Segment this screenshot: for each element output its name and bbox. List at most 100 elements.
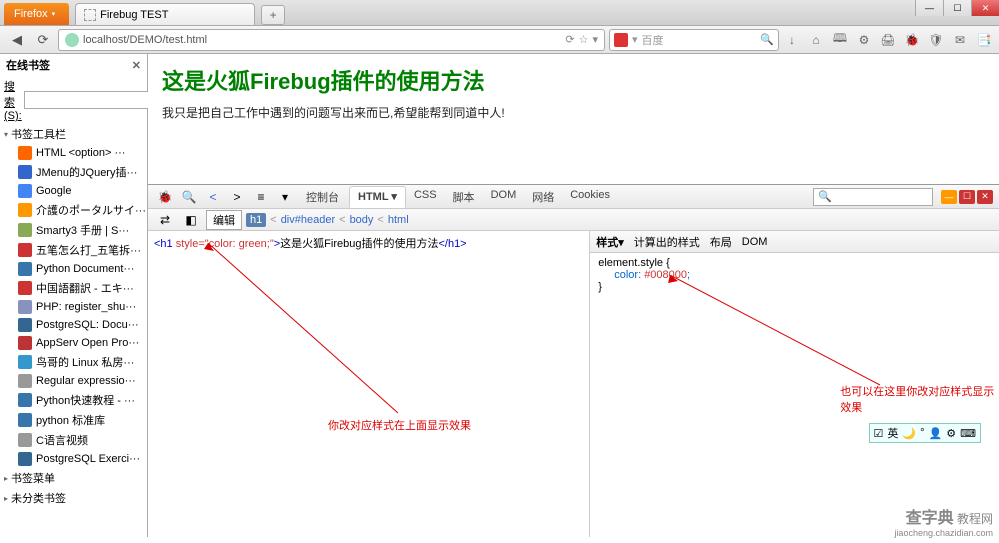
css-property-line[interactable]: color: #008000; (614, 269, 991, 281)
side-tab-layout[interactable]: 布局 (710, 234, 732, 250)
bookmark-item[interactable]: Python Document··· (0, 260, 147, 278)
folder-unsorted[interactable]: ▸ 未分类书签 (0, 488, 147, 508)
sidebar-title: 在线书签 (6, 57, 50, 73)
bookmark-item[interactable]: Google (0, 182, 147, 200)
bookmark-item[interactable]: PHP: register_shu··· (0, 298, 147, 316)
reload-button[interactable]: ⟳ (32, 29, 54, 51)
html-panel[interactable]: <h1 style="color: green;">这是火狐Firebug插件的… (148, 231, 589, 537)
ime-icon-1[interactable]: 英 (887, 425, 898, 441)
folder-menu[interactable]: ▸ 书签菜单 (0, 468, 147, 488)
ime-icon-2[interactable]: 🌙 (902, 427, 916, 440)
toggle-2-button[interactable]: ◧ (180, 210, 202, 230)
firebug-minimize-button[interactable]: — (941, 190, 957, 204)
baidu-icon (614, 33, 628, 47)
new-tab-button[interactable]: + (261, 5, 285, 25)
bookmark-item[interactable]: HTML <option> ··· (0, 144, 147, 162)
firebug-icon[interactable]: 🐞 (154, 187, 176, 207)
toolbar-icon-2[interactable]: 🕮 (831, 31, 849, 49)
toolbar-icon-3[interactable]: ⚙ (855, 31, 873, 49)
bookmark-item[interactable]: C语言视频 (0, 430, 147, 450)
firebug-search[interactable]: 🔍 (813, 188, 933, 206)
tab-console[interactable]: 控制台 (298, 186, 347, 208)
sidebar-close-button[interactable]: ✕ (132, 59, 141, 72)
favicon (18, 413, 32, 427)
side-tab-style[interactable]: 样式▾ (596, 234, 624, 250)
favicon (18, 262, 32, 276)
bookmark-item[interactable]: PostgreSQL: Docu··· (0, 316, 147, 334)
ime-icon-6[interactable]: ⌨ (960, 427, 976, 440)
edit-button[interactable]: 编辑 (206, 210, 242, 230)
search-drop-icon[interactable]: ▾ (632, 33, 638, 46)
firebug-tab-html[interactable]: HTML ▾ (349, 186, 406, 208)
breadcrumb-body[interactable]: body (350, 214, 374, 226)
bookmark-label: python 标准库 (36, 412, 105, 428)
breadcrumb-sep: < (339, 214, 345, 226)
bookmark-item[interactable]: Regular expressio··· (0, 372, 147, 390)
toolbar-icon-1[interactable]: ⌂ (807, 31, 825, 49)
toolbar-icon-4[interactable]: 🖨 (879, 31, 897, 49)
bookmark-item[interactable]: 中国語翻訳 - エキ··· (0, 278, 147, 298)
bookmark-item[interactable]: JMenu的JQuery插··· (0, 162, 147, 182)
css-rules[interactable]: element.style { color: #008000; } 也可以在这里… (590, 253, 999, 537)
toolbar-icon-7[interactable]: ✉ (951, 31, 969, 49)
toggle-1-button[interactable]: ⇄ (154, 210, 176, 230)
firebug-tab-dom[interactable]: DOM (483, 186, 525, 208)
bookmark-item[interactable]: Smarty3 手册 | S··· (0, 220, 147, 240)
bookmark-item[interactable]: AppServ Open Pro··· (0, 334, 147, 352)
back-icon: ◀ (12, 32, 22, 48)
breadcrumb-html[interactable]: html (388, 214, 409, 226)
firefox-menu-button[interactable]: Firefox ▾ (4, 3, 69, 25)
favicon (18, 184, 32, 198)
firebug-tab-css[interactable]: CSS (406, 186, 445, 208)
console-drop-button[interactable]: ▾ (274, 187, 296, 207)
ime-icon-5[interactable]: ⚙ (946, 427, 956, 440)
urlbar-drop-icon[interactable]: ▾ (592, 33, 598, 46)
bookmark-item[interactable]: Python快速教程 - ··· (0, 390, 147, 410)
ime-toolbar[interactable]: ☑英 🌙 ° 👤⚙ ⌨ (869, 423, 981, 443)
urlbar-reload-icon[interactable]: ⟳ (565, 33, 574, 46)
breadcrumb-sep: < (270, 214, 276, 226)
search-box[interactable]: ▾ 百度 🔍 (609, 29, 779, 51)
twist-open-icon: ▾ (4, 130, 8, 139)
nav-next-button[interactable]: > (226, 187, 248, 207)
firebug-detach-button[interactable]: ☐ (959, 190, 975, 204)
bookmark-item[interactable]: 五笔怎么打_五笔拆··· (0, 240, 147, 260)
search-go-icon[interactable]: 🔍 (760, 33, 774, 46)
firebug-tab-网络[interactable]: 网络 (524, 186, 562, 208)
inspect-button[interactable]: 🔍 (178, 187, 200, 207)
url-bar[interactable]: localhost/DEMO/test.html ⟳ ☆ ▾ (58, 29, 605, 51)
window-minimize-button[interactable]: — (915, 0, 943, 16)
html-code-line[interactable]: <h1 style="color: green;">这是火狐Firebug插件的… (154, 235, 583, 251)
bookmark-label: 五笔怎么打_五笔拆··· (36, 242, 141, 258)
nav-prev-button[interactable]: < (202, 187, 224, 207)
toolbar-icon-8[interactable]: 📑 (975, 31, 993, 49)
back-button[interactable]: ◀ (6, 29, 28, 51)
window-maximize-button[interactable]: ☐ (943, 0, 971, 16)
window-close-button[interactable]: ✕ (971, 0, 999, 16)
panels-menu-button[interactable]: ≡ (250, 187, 272, 207)
ime-icon-0[interactable]: ☑ (874, 427, 884, 440)
toolbar-icon-5[interactable]: 🐞 (903, 31, 921, 49)
folder-label: 书签菜单 (11, 470, 55, 486)
side-tab-dom[interactable]: DOM (742, 236, 768, 248)
bookmark-item[interactable]: python 标准库 (0, 410, 147, 430)
folder-toolbar[interactable]: ▾ 书签工具栏 (0, 124, 147, 144)
bookmark-item[interactable]: 介護のポータルサイ··· (0, 200, 147, 220)
ime-icon-4[interactable]: 👤 (929, 427, 943, 440)
breadcrumb-div[interactable]: div#header (281, 214, 335, 226)
bookmark-item[interactable]: PostgreSQL Exerci··· (0, 450, 147, 468)
firebug-tab-脚本[interactable]: 脚本 (445, 186, 483, 208)
bookmark-item[interactable]: 鸟哥的 Linux 私房··· (0, 352, 147, 372)
firebug-close-button[interactable]: ✕ (977, 190, 993, 204)
toolbar-icon-6[interactable]: 🛡 (927, 31, 945, 49)
firebug-tab-cookies[interactable]: Cookies (562, 186, 618, 208)
toolbar-icon-0[interactable]: ↓ (783, 31, 801, 49)
bookmark-star-icon[interactable]: ☆ (579, 33, 589, 46)
folder-label: 书签工具栏 (11, 126, 66, 142)
favicon (18, 243, 32, 257)
breadcrumb-h1[interactable]: h1 (246, 213, 266, 227)
favicon (18, 165, 32, 179)
side-tab-computed[interactable]: 计算出的样式 (634, 234, 700, 250)
ime-icon-3[interactable]: ° (920, 427, 924, 439)
browser-tab[interactable]: Firebug TEST (75, 3, 255, 25)
